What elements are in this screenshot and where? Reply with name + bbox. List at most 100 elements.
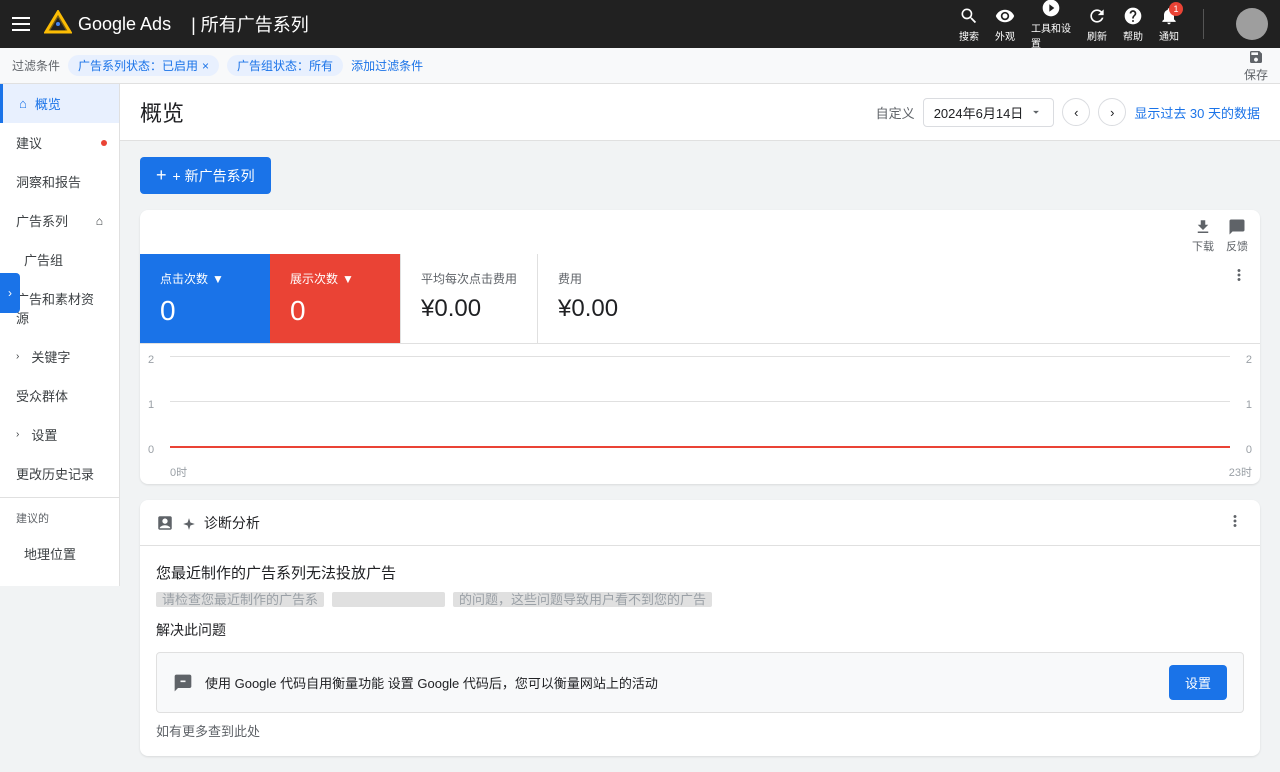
refresh-nav-label: 刷新 <box>1087 28 1107 43</box>
sidebar-item-campaigns[interactable]: 广告系列 ⌂ <box>0 201 119 240</box>
chart-x-label-start: 0时 <box>170 464 187 480</box>
help-nav-icon[interactable]: 帮助 <box>1123 6 1143 43</box>
search-nav-label: 搜索 <box>959 28 979 43</box>
setup-button[interactable]: 设置 <box>1169 665 1227 700</box>
date-next-button[interactable]: › <box>1098 98 1126 126</box>
blurred-campaign-name: ████████ <box>332 592 446 607</box>
diag-title: 诊断分析 <box>182 513 260 533</box>
stats-metrics: 点击次数 ▼ 0 展示次数 ▼ 0 平均每次点击费用 <box>140 254 1260 344</box>
overview-header-right: 自定义 2024年6月14日 ‹ › 显示过去 30 天的数据 <box>876 98 1260 127</box>
diag-main-message: 您最近制作的广告系列无法投放广告 <box>156 562 1244 583</box>
tools-icon <box>1041 0 1061 18</box>
chart-grid-line-1 <box>170 401 1230 402</box>
metric-more-button[interactable] <box>1218 254 1260 343</box>
sidebar-show-more[interactable]: + 显示更多 <box>0 573 119 586</box>
diag-more-text: 如有更多查到此处 <box>156 721 1244 740</box>
diagnostics-card: 诊断分析 您最近制作的广告系列无法投放广告 请检查您最近制作的广告系 █████… <box>140 500 1260 756</box>
sidebar-item-geo[interactable]: 地理位置 <box>0 534 119 573</box>
top-navigation: Google Ads | 所有广告系列 搜索 外观 工具和设置 刷新 帮助 1 … <box>0 0 1280 48</box>
stats-card: 下载 反馈 点击次数 ▼ 0 <box>140 210 1260 484</box>
hamburger-menu[interactable] <box>12 12 36 36</box>
chart-y-label-1-right: 1 <box>1246 399 1252 411</box>
impressions-dropdown-icon[interactable]: ▼ <box>342 272 354 286</box>
chart-x-label-end: 23时 <box>1229 464 1252 480</box>
filter-bar: 过滤条件 广告系列状态：已启用 × 广告组状态：所有 添加过滤条件 保存 <box>0 48 1280 84</box>
google-ads-logo-icon <box>44 10 72 38</box>
user-avatar[interactable] <box>1236 8 1268 40</box>
chart-y-label-2-right: 2 <box>1246 354 1252 366</box>
filter-chip-campaign-status[interactable]: 广告系列状态：已启用 × <box>68 55 219 76</box>
chart-y-label-1-left: 1 <box>148 399 154 411</box>
tools-nav-label: 工具和设置 <box>1031 20 1071 50</box>
date-prev-button[interactable]: ‹ <box>1062 98 1090 126</box>
sidebar-item-overview[interactable]: ⌂ 概览 <box>0 84 119 123</box>
metric-cost: 费用 ¥0.00 <box>538 254 668 343</box>
sidebar: ⌂ 概览 建议 洞察和报告 广告系列 ⌂ 广告组 广告和素材资源 › 关键字 受… <box>0 84 120 586</box>
notification-nav-icon[interactable]: 1 通知 <box>1159 6 1179 43</box>
save-button[interactable]: 保存 <box>1244 49 1268 83</box>
appearance-nav-icon[interactable]: 外观 <box>995 6 1015 43</box>
clicks-dropdown-icon[interactable]: ▼ <box>212 272 224 286</box>
sidebar-item-settings[interactable]: › 设置 <box>0 415 119 454</box>
app-name: Google Ads <box>78 14 171 35</box>
content-area: + + 新广告系列 下载 反馈 <box>120 141 1280 772</box>
diag-header: 诊断分析 <box>140 500 1260 546</box>
filter-chip-adgroup-status[interactable]: 广告组状态：所有 <box>227 55 343 76</box>
feedback-button[interactable]: 反馈 <box>1226 218 1248 254</box>
metric-cpc-label: 平均每次点击费用 <box>421 270 517 287</box>
appearance-nav-label: 外观 <box>995 28 1015 43</box>
overview-title: 概览 <box>140 96 184 128</box>
diag-action-text-0: 使用 Google 代码自用衡量功能 设置 Google 代码后，您可以衡量网站… <box>205 673 1169 692</box>
new-campaign-button[interactable]: + + 新广告系列 <box>140 157 271 194</box>
save-icon <box>1248 49 1264 65</box>
diag-more-icon <box>1226 512 1244 530</box>
diag-sub-message: 请检查您最近制作的广告系 ████████ 的问题，这些问题导致用户看不到您的广… <box>156 589 1244 608</box>
date-picker[interactable]: 2024年6月14日 <box>923 98 1055 127</box>
download-button[interactable]: 下载 <box>1192 218 1214 254</box>
tag-icon <box>173 673 193 693</box>
sidebar-item-keywords[interactable]: › 关键字 <box>0 337 119 376</box>
suggestions-section-label: 建议的 <box>0 502 119 534</box>
sidebar-item-change-history[interactable]: 更改历史记录 <box>0 454 119 493</box>
sidebar-item-insights[interactable]: 洞察和报告 <box>0 162 119 201</box>
home-icon: ⌂ <box>19 96 27 111</box>
resolve-label: 解决此问题 <box>156 620 1244 640</box>
page-title: | 所有广告系列 <box>191 11 309 37</box>
filter-bar-right: 保存 <box>1244 49 1268 83</box>
metric-cost-label: 费用 <box>558 270 648 287</box>
nav-icons: 搜索 外观 工具和设置 刷新 帮助 1 通知 <box>959 0 1268 50</box>
help-nav-label: 帮助 <box>1123 28 1143 43</box>
diag-content: 您最近制作的广告系列无法投放广告 请检查您最近制作的广告系 ████████ 的… <box>140 546 1260 756</box>
metric-cpc-value: ¥0.00 <box>421 295 517 323</box>
filter-label: 过滤条件 <box>12 57 60 74</box>
sidebar-item-audiences[interactable]: 受众群体 <box>0 376 119 415</box>
sidebar-item-suggestions[interactable]: 建议 <box>0 123 119 162</box>
more-vert-icon <box>1230 266 1248 284</box>
metric-impressions: 展示次数 ▼ 0 <box>270 254 400 343</box>
search-nav-icon[interactable]: 搜索 <box>959 6 979 43</box>
settings-expand-icon: › <box>16 429 19 440</box>
notification-nav-label: 通知 <box>1159 28 1179 43</box>
campaign-home-icon: ⌂ <box>96 214 103 228</box>
tools-nav-icon[interactable]: 工具和设置 <box>1031 0 1071 50</box>
dropdown-arrow-icon <box>1029 105 1043 119</box>
action-bar: 下载 反馈 <box>140 210 1260 254</box>
chart-y-label-2-left: 2 <box>148 354 154 366</box>
diagnostics-icon <box>156 514 174 532</box>
diag-action-item-0: 使用 Google 代码自用衡量功能 设置 Google 代码后，您可以衡量网站… <box>156 652 1244 713</box>
refresh-nav-icon[interactable]: 刷新 <box>1087 6 1107 43</box>
chart-area: 2 1 0 2 1 0 0时 23时 <box>140 344 1260 484</box>
search-icon <box>959 6 979 26</box>
show-data-link[interactable]: 显示过去 30 天的数据 <box>1134 103 1260 122</box>
refresh-icon <box>1087 6 1107 26</box>
add-filter-button[interactable]: 添加过滤条件 <box>351 57 423 74</box>
filter-chip-close-icon[interactable]: × <box>202 59 209 73</box>
date-label: 自定义 <box>876 103 915 122</box>
feedback-icon <box>1228 218 1246 236</box>
notification-badge: 1 <box>1169 2 1183 16</box>
sidebar-expand-arrow[interactable]: › <box>0 273 20 313</box>
diag-more-button[interactable] <box>1226 512 1244 533</box>
metric-impressions-value: 0 <box>290 295 380 327</box>
keywords-expand-icon: › <box>16 351 19 362</box>
chart-data-line-red <box>170 446 1230 448</box>
